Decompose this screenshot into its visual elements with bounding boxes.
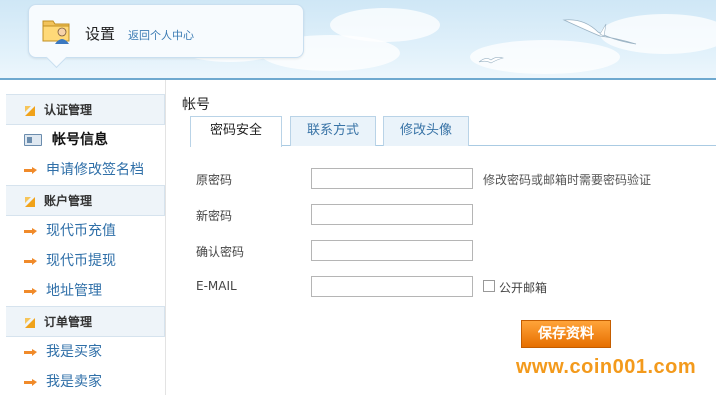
cloud-decoration [330, 8, 440, 42]
pointing-hand-icon [24, 228, 37, 235]
new-password-label: 新密码 [196, 209, 233, 223]
pointing-hand-icon [24, 167, 37, 174]
new-password-input[interactable] [311, 204, 473, 225]
old-password-input[interactable] [311, 168, 473, 189]
sidebar-item-label: 我是卖家 [46, 374, 102, 390]
sidebar-group-auth[interactable]: 认证管理 [6, 94, 165, 125]
confirm-password-label: 确认密码 [196, 245, 245, 259]
sidebar-item-withdraw[interactable]: 现代币提现 [6, 246, 165, 276]
sidebar-item-recharge[interactable]: 现代币充值 [6, 216, 165, 246]
sidebar-item-account-info[interactable]: 帐号信息 [6, 125, 165, 155]
confirm-password-input[interactable] [311, 240, 473, 261]
password-hint: 修改密码或邮箱时需要密码验证 [483, 173, 652, 187]
arrow-icon [25, 197, 35, 207]
seagull-icon [562, 19, 637, 45]
sidebar-item-address[interactable]: 地址管理 [6, 276, 165, 306]
sidebar-item-seller[interactable]: 我是卖家 [6, 367, 165, 395]
tab-password-security[interactable]: 密码安全 [190, 116, 282, 147]
arrow-icon [25, 106, 35, 116]
sidebar-item-label: 帐号信息 [52, 132, 108, 148]
tab-bar: 密码安全 联系方式 修改头像 [190, 116, 716, 147]
tab-contact[interactable]: 联系方式 [290, 116, 376, 146]
site-watermark: www.coin001.com [516, 356, 697, 378]
sidebar-item-label: 现代币提现 [46, 253, 116, 269]
password-label: 原密码 [196, 173, 233, 187]
id-card-icon [24, 134, 42, 146]
sidebar-item-label: 地址管理 [46, 283, 102, 299]
section-title: 帐号 [182, 97, 210, 113]
email-label: E-MAIL [196, 279, 237, 293]
sidebar-item-label: 现代币充值 [46, 223, 116, 239]
back-to-profile-link[interactable]: 返回个人中心 [128, 27, 194, 43]
pointing-hand-icon [24, 258, 37, 265]
sidebar-group-label: 认证管理 [44, 103, 93, 117]
arrow-icon [25, 318, 35, 328]
sidebar-item-buyer[interactable]: 我是买家 [6, 337, 165, 367]
save-profile-button[interactable]: 保存资料 [521, 320, 611, 348]
sidebar-group-orders[interactable]: 订单管理 [6, 306, 165, 337]
public-email-label: 公开邮箱 [499, 281, 548, 295]
sidebar-group-label: 订单管理 [44, 315, 93, 329]
pointing-hand-icon [24, 349, 37, 356]
sidebar-item-label: 申请修改签名档 [46, 162, 144, 178]
sidebar-item-label: 我是买家 [46, 344, 102, 360]
tab-change-avatar[interactable]: 修改头像 [383, 116, 469, 146]
sidebar-item-change-signature[interactable]: 申请修改签名档 [6, 155, 165, 185]
main-content: 帐号 密码安全 联系方式 修改头像 原密码 修改密码或邮箱时需要密码验证 新密码… [182, 94, 716, 348]
page-title: 设置 [85, 25, 116, 43]
seagull-icon [478, 57, 504, 64]
sidebar-group-label: 账户管理 [44, 194, 93, 208]
folder-user-icon [42, 20, 70, 44]
pointing-hand-icon [24, 288, 37, 295]
email-input[interactable] [311, 276, 473, 297]
public-email-checkbox[interactable] [483, 280, 495, 292]
sidebar: 认证管理 帐号信息 申请修改签名档 账户管理 现代币充值 现代币提现 地址管理 … [6, 80, 166, 395]
sidebar-group-account[interactable]: 账户管理 [6, 185, 165, 216]
settings-header-card: 设置 返回个人中心 [28, 4, 304, 58]
pointing-hand-icon [24, 379, 37, 386]
